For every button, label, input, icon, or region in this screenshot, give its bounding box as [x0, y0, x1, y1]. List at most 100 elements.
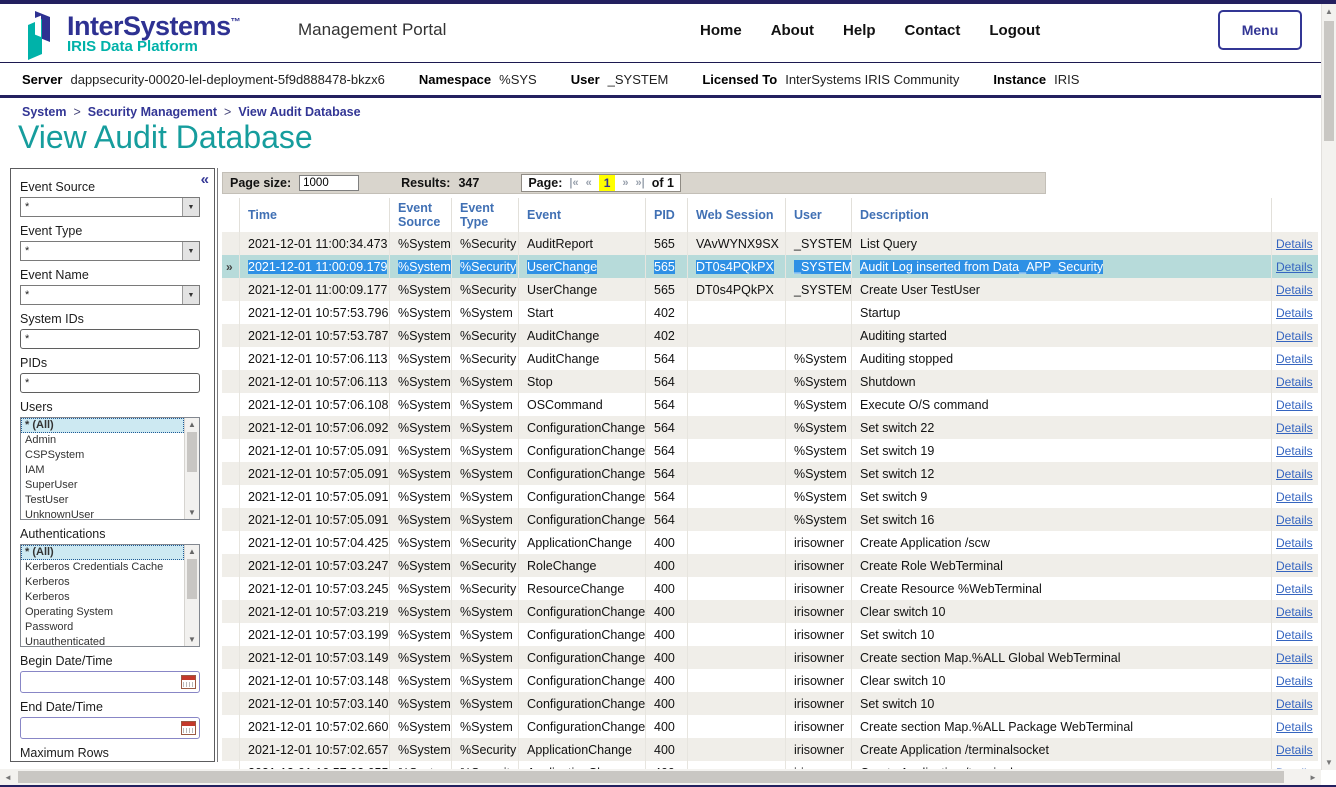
details-link[interactable]: Details	[1276, 513, 1313, 527]
authentications-list-scrollbar[interactable]: ▲ ▼	[184, 545, 199, 646]
previous-page-button[interactable]: «	[586, 178, 592, 189]
users-list-scrollbar[interactable]: ▲ ▼	[184, 418, 199, 519]
list-option[interactable]: SuperUser	[21, 478, 184, 493]
pids-input[interactable]	[20, 373, 200, 393]
scroll-up-icon[interactable]: ▲	[185, 545, 199, 558]
vertical-scrollbar[interactable]: ▲ ▼	[1321, 4, 1336, 770]
table-row[interactable]: » 2021-12-01 11:00:09.179 %System %Secur…	[222, 255, 1318, 278]
breadcrumb-system[interactable]: System	[22, 105, 66, 119]
table-row[interactable]: 2021-12-01 10:57:05.091 %System %System …	[222, 439, 1318, 462]
authentications-listbox[interactable]: * (All)Kerberos Credentials CacheKerbero…	[20, 544, 200, 647]
nav-home[interactable]: Home	[700, 22, 742, 39]
list-option[interactable]: CSPSystem	[21, 448, 184, 463]
scroll-down-icon[interactable]: ▼	[185, 633, 199, 646]
scrollbar-thumb[interactable]	[187, 432, 197, 472]
table-row[interactable]: 2021-12-01 11:00:34.473 %System %Securit…	[222, 232, 1318, 255]
begin-datetime-input[interactable]	[21, 672, 199, 692]
details-link[interactable]: Details	[1276, 467, 1313, 481]
list-option[interactable]: Kerberos	[21, 590, 184, 605]
list-option[interactable]: Password	[21, 620, 184, 635]
details-link[interactable]: Details	[1276, 398, 1313, 412]
scroll-down-icon[interactable]: ▼	[1322, 755, 1336, 770]
list-option[interactable]: Kerberos	[21, 575, 184, 590]
details-link[interactable]: Details	[1276, 375, 1313, 389]
list-option[interactable]: Admin	[21, 433, 184, 448]
scroll-left-icon[interactable]: ◄	[0, 773, 16, 782]
table-row[interactable]: 2021-12-01 10:57:03.199 %System %System …	[222, 623, 1318, 646]
nav-help[interactable]: Help	[843, 22, 876, 39]
last-page-button[interactable]: »|	[636, 178, 645, 189]
table-row[interactable]: 2021-12-01 10:57:04.425 %System %Securit…	[222, 531, 1318, 554]
details-link[interactable]: Details	[1276, 720, 1313, 734]
details-link[interactable]: Details	[1276, 306, 1313, 320]
details-link[interactable]: Details	[1276, 582, 1313, 596]
dropdown-arrow-icon[interactable]: ▼	[182, 198, 199, 216]
nav-logout[interactable]: Logout	[989, 22, 1040, 39]
list-option[interactable]: IAM	[21, 463, 184, 478]
list-option[interactable]: TestUser	[21, 493, 184, 508]
details-link[interactable]: Details	[1276, 628, 1313, 642]
panel-splitter[interactable]	[217, 168, 218, 762]
nav-contact[interactable]: Contact	[905, 22, 961, 39]
collapse-panel-icon[interactable]: «	[201, 171, 209, 188]
table-row[interactable]: 2021-12-01 10:57:06.108 %System %System …	[222, 393, 1318, 416]
table-row[interactable]: 2021-12-01 10:57:02.657 %System %Securit…	[222, 738, 1318, 761]
details-link[interactable]: Details	[1276, 237, 1313, 251]
details-link[interactable]: Details	[1276, 651, 1313, 665]
details-link[interactable]: Details	[1276, 444, 1313, 458]
details-link[interactable]: Details	[1276, 743, 1313, 757]
users-listbox[interactable]: * (All)AdminCSPSystemIAMSuperUserTestUse…	[20, 417, 200, 520]
next-page-button[interactable]: »	[622, 178, 628, 189]
table-row[interactable]: 2021-12-01 11:00:09.177 %System %Securit…	[222, 278, 1318, 301]
list-option[interactable]: Unauthenticated	[21, 635, 184, 646]
dropdown-arrow-icon[interactable]: ▼	[182, 286, 199, 304]
table-row[interactable]: 2021-12-01 10:57:02.660 %System %System …	[222, 715, 1318, 738]
details-link[interactable]: Details	[1276, 605, 1313, 619]
calendar-icon[interactable]	[181, 675, 196, 689]
details-link[interactable]: Details	[1276, 329, 1313, 343]
scrollbar-thumb[interactable]	[18, 771, 1284, 783]
end-datetime-input[interactable]	[21, 718, 199, 738]
table-row[interactable]: 2021-12-01 10:57:03.219 %System %System …	[222, 600, 1318, 623]
scroll-up-icon[interactable]: ▲	[185, 418, 199, 431]
event-name-select[interactable]: * ▼	[20, 285, 200, 305]
details-link[interactable]: Details	[1276, 559, 1313, 573]
details-link[interactable]: Details	[1276, 421, 1313, 435]
scrollbar-thumb[interactable]	[187, 559, 197, 599]
horizontal-scrollbar[interactable]: ◄ ►	[0, 769, 1321, 785]
details-link[interactable]: Details	[1276, 674, 1313, 688]
page-size-input[interactable]	[299, 175, 359, 191]
list-option[interactable]: Kerberos Credentials Cache	[21, 560, 184, 575]
table-row[interactable]: 2021-12-01 10:57:06.092 %System %System …	[222, 416, 1318, 439]
first-page-button[interactable]: |«	[569, 178, 578, 189]
scroll-up-icon[interactable]: ▲	[1322, 4, 1336, 19]
list-option[interactable]: Operating System	[21, 605, 184, 620]
scroll-down-icon[interactable]: ▼	[185, 506, 199, 519]
list-option[interactable]: UnknownUser	[21, 508, 184, 519]
table-row[interactable]: 2021-12-01 10:57:06.113 %System %System …	[222, 370, 1318, 393]
details-link[interactable]: Details	[1276, 352, 1313, 366]
table-row[interactable]: 2021-12-01 10:57:03.149 %System %System …	[222, 646, 1318, 669]
details-link[interactable]: Details	[1276, 260, 1313, 274]
table-row[interactable]: 2021-12-01 10:57:05.091 %System %System …	[222, 508, 1318, 531]
current-page-number[interactable]: 1	[599, 175, 616, 191]
nav-about[interactable]: About	[771, 22, 814, 39]
system-ids-input[interactable]	[20, 329, 200, 349]
calendar-icon[interactable]	[181, 721, 196, 735]
table-row[interactable]: 2021-12-01 10:57:53.796 %System %System …	[222, 301, 1318, 324]
table-row[interactable]: 2021-12-01 10:57:03.247 %System %Securit…	[222, 554, 1318, 577]
details-link[interactable]: Details	[1276, 490, 1313, 504]
details-link[interactable]: Details	[1276, 283, 1313, 297]
table-row[interactable]: 2021-12-01 10:57:03.148 %System %System …	[222, 669, 1318, 692]
table-row[interactable]: 2021-12-01 10:57:06.113 %System %Securit…	[222, 347, 1318, 370]
details-link[interactable]: Details	[1276, 536, 1313, 550]
table-row[interactable]: 2021-12-01 10:57:05.091 %System %System …	[222, 462, 1318, 485]
table-row[interactable]: 2021-12-01 10:57:03.245 %System %Securit…	[222, 577, 1318, 600]
list-option[interactable]: * (All)	[21, 545, 184, 560]
table-row[interactable]: 2021-12-01 10:57:05.091 %System %System …	[222, 485, 1318, 508]
breadcrumb-security-management[interactable]: Security Management	[88, 105, 217, 119]
table-row[interactable]: 2021-12-01 10:57:53.787 %System %Securit…	[222, 324, 1318, 347]
event-type-select[interactable]: * ▼	[20, 241, 200, 261]
menu-button[interactable]: Menu	[1218, 10, 1302, 50]
event-source-select[interactable]: * ▼	[20, 197, 200, 217]
